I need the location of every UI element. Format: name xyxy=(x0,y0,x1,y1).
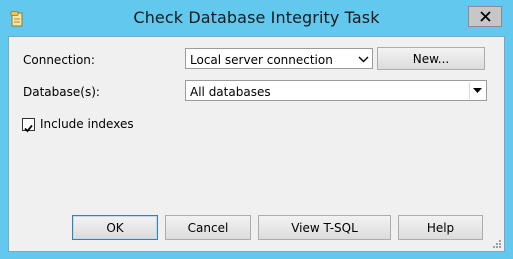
databases-dropdown[interactable]: All databases xyxy=(185,80,487,101)
dropdown-arrow-icon xyxy=(473,88,482,93)
new-connection-button[interactable]: New... xyxy=(377,47,485,70)
databases-label: Database(s): xyxy=(23,85,100,99)
checkmark-icon xyxy=(24,124,33,133)
include-indexes-label: Include indexes xyxy=(40,117,134,131)
include-indexes-checkbox[interactable] xyxy=(22,118,35,133)
connection-label: Connection: xyxy=(23,53,95,67)
chevron-down-icon xyxy=(358,56,369,63)
close-icon xyxy=(479,11,491,22)
resize-grip-icon[interactable] xyxy=(492,239,502,249)
ok-button[interactable]: OK xyxy=(72,215,158,240)
databases-value: All databases xyxy=(190,85,271,99)
dialog-body: Connection: Local server connection New.… xyxy=(8,36,505,252)
view-tsql-button[interactable]: View T-SQL xyxy=(258,215,391,240)
help-button[interactable]: Help xyxy=(398,215,483,240)
close-button[interactable] xyxy=(468,6,502,27)
connection-value: Local server connection xyxy=(190,53,333,67)
window-title: Check Database Integrity Task xyxy=(133,8,380,27)
cancel-button[interactable]: Cancel xyxy=(165,215,251,240)
title-bar: Check Database Integrity Task xyxy=(0,0,513,36)
connection-dropdown[interactable]: Local server connection xyxy=(185,48,373,69)
